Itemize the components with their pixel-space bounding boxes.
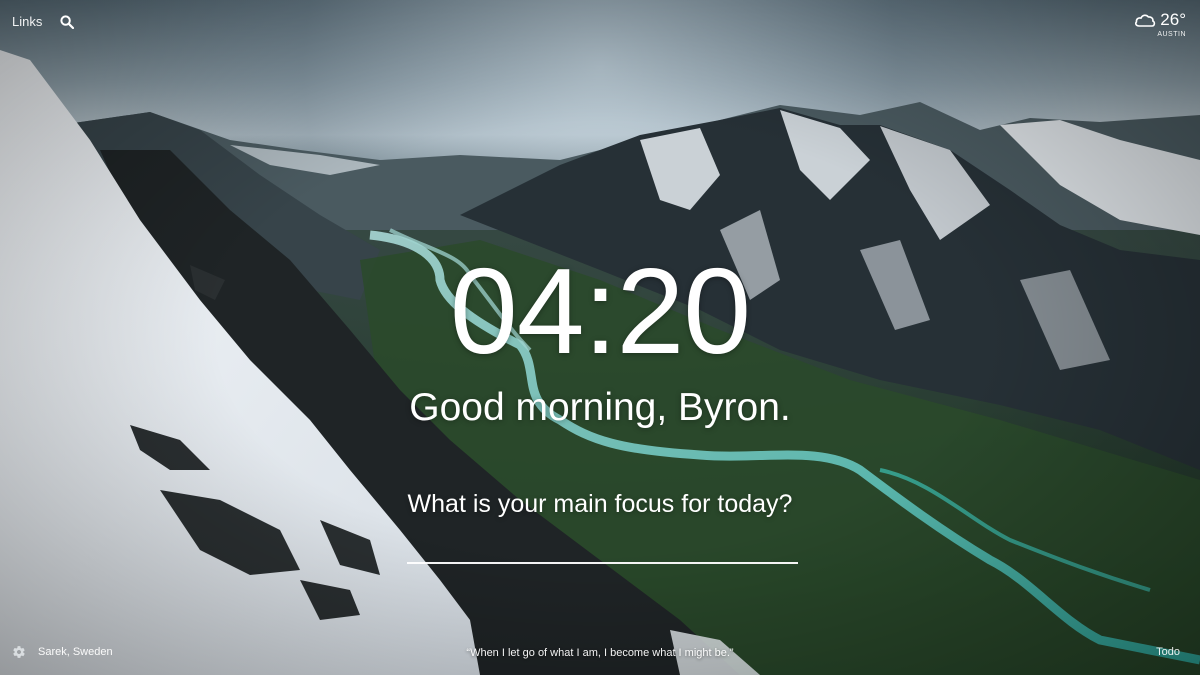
top-left-bar: Links — [12, 14, 75, 29]
search-icon[interactable] — [60, 14, 75, 29]
greeting-text: Good morning, Byron. — [409, 386, 791, 429]
weather-widget[interactable]: 26° AUSTIN — [1134, 10, 1186, 38]
clock-time[interactable]: 04:20 — [450, 250, 751, 372]
daily-quote[interactable]: “When I let go of what I am, I become wh… — [0, 647, 1200, 659]
momentum-dashboard: Links 26° AUSTIN 04:20 Good morning, Byr… — [0, 0, 1200, 675]
weather-row: 26° — [1134, 10, 1186, 30]
center-block: 04:20 Good morning, Byron. — [0, 250, 1200, 430]
temperature: 26° — [1160, 10, 1186, 29]
cloud-icon — [1134, 12, 1156, 28]
links-button[interactable]: Links — [12, 14, 42, 29]
weather-location: AUSTIN — [1157, 31, 1186, 38]
focus-input[interactable] — [407, 536, 798, 564]
focus-question: What is your main focus for today? — [407, 490, 793, 518]
todo-button[interactable]: Todo — [1156, 646, 1180, 658]
